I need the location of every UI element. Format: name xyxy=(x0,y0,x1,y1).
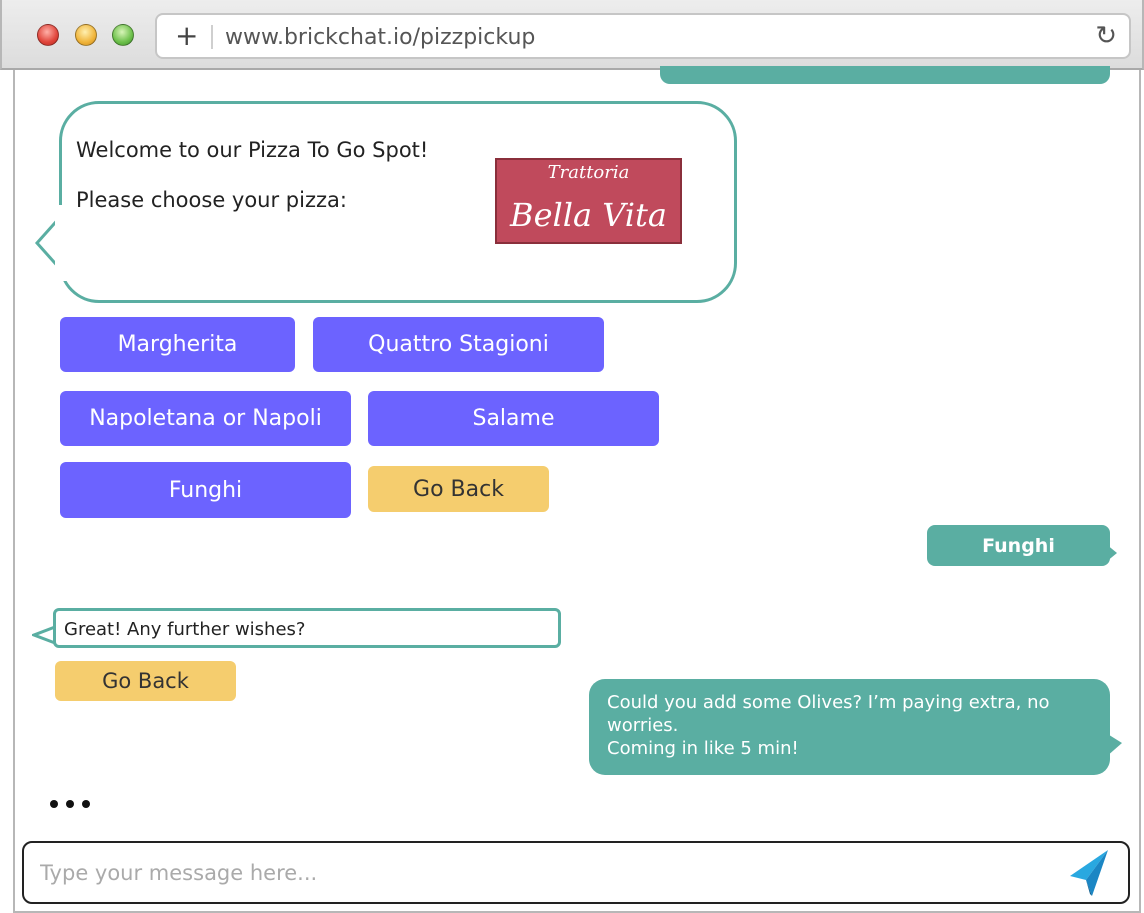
user-message-funghi: Funghi xyxy=(927,525,1110,566)
message-composer xyxy=(22,841,1130,904)
funghi-button[interactable]: Funghi xyxy=(60,462,351,518)
maximize-window-button[interactable] xyxy=(112,24,134,46)
new-tab-icon[interactable]: + xyxy=(175,21,198,51)
message-input[interactable] xyxy=(40,855,1040,891)
typing-dot xyxy=(66,800,74,808)
close-window-button[interactable] xyxy=(37,24,59,46)
url-text[interactable]: www.brickchat.io/pizzpickup xyxy=(225,25,535,50)
typing-indicator xyxy=(50,800,90,808)
previous-user-message-bubble xyxy=(660,66,1110,84)
choose-pizza-text: Please choose your pizza: xyxy=(76,188,347,212)
logo-line-2: Bella Vita xyxy=(510,196,667,234)
typing-dot xyxy=(50,800,58,808)
user-message-olives: Could you add some Olives? I’m paying ex… xyxy=(589,679,1110,775)
restaurant-logo: Trattoria Bella Vita xyxy=(495,158,682,244)
napoletana-button[interactable]: Napoletana or Napoli xyxy=(60,391,351,446)
go-back-button[interactable]: Go Back xyxy=(368,466,549,512)
send-icon[interactable] xyxy=(1068,848,1110,898)
go-back-button-2[interactable]: Go Back xyxy=(55,661,236,701)
minimize-window-button[interactable] xyxy=(75,24,97,46)
margherita-button[interactable]: Margherita xyxy=(60,317,295,372)
bot-bubble-tail-mask xyxy=(55,205,67,281)
user-bubble-tail xyxy=(1106,544,1117,562)
bot-further-wishes-bubble: Great! Any further wishes? xyxy=(53,608,561,648)
olives-line-2: worries. xyxy=(607,715,679,736)
address-bar-divider xyxy=(211,25,213,49)
olives-line-1: Could you add some Olives? I’m paying ex… xyxy=(607,692,1050,713)
olives-line-3: Coming in like 5 min! xyxy=(607,738,799,759)
logo-line-1: Trattoria xyxy=(547,162,630,183)
reload-icon[interactable]: ↻ xyxy=(1095,21,1117,51)
browser-titlebar: + www.brickchat.io/pizzpickup ↻ xyxy=(0,0,1144,70)
salame-button[interactable]: Salame xyxy=(368,391,659,446)
quattro-stagioni-button[interactable]: Quattro Stagioni xyxy=(313,317,604,372)
welcome-text: Welcome to our Pizza To Go Spot! xyxy=(76,138,429,162)
user-bubble-tail-2 xyxy=(1106,733,1122,757)
typing-dot xyxy=(82,800,90,808)
address-bar[interactable]: + www.brickchat.io/pizzpickup ↻ xyxy=(155,13,1131,59)
